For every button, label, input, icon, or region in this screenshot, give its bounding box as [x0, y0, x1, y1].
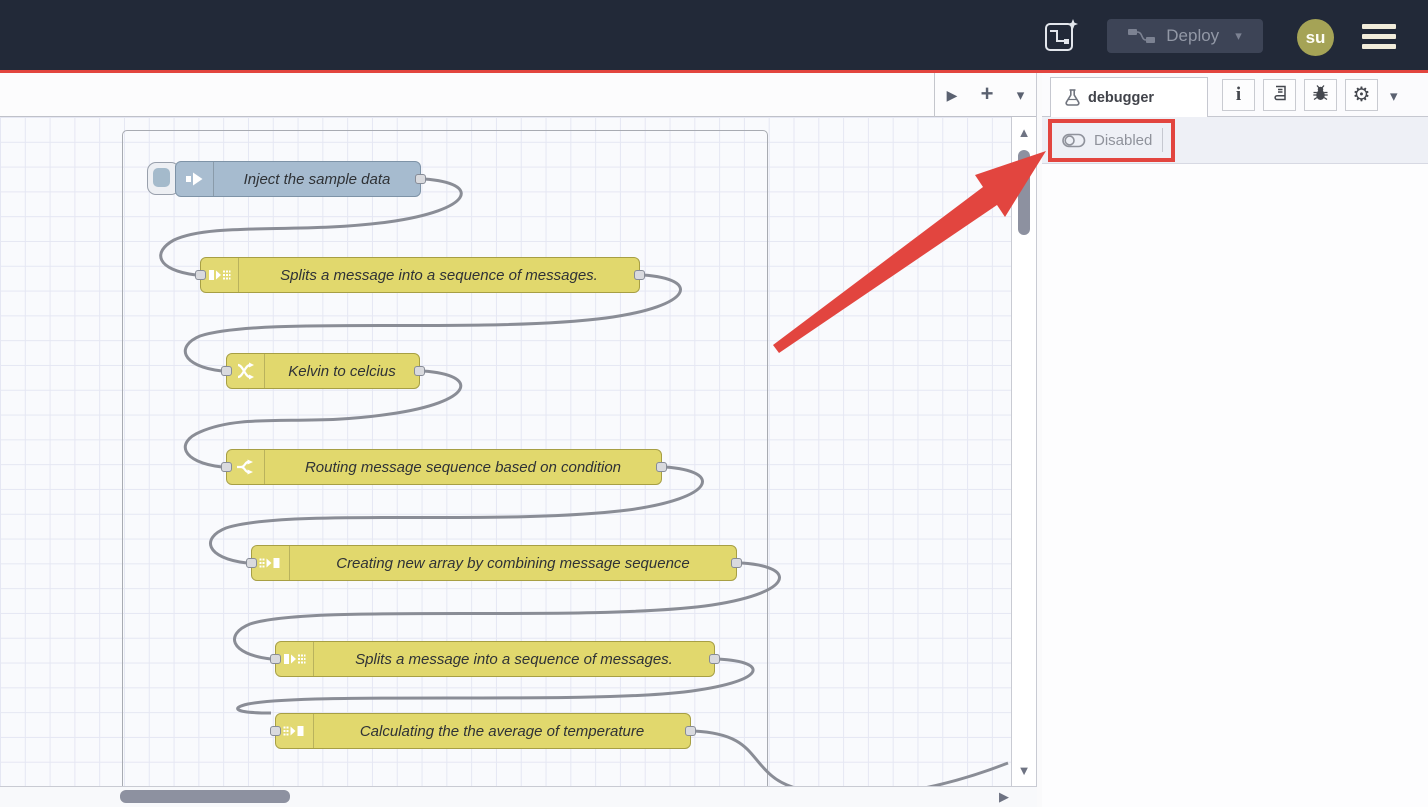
node-port-in[interactable]	[270, 726, 281, 736]
node-port-in[interactable]	[246, 558, 257, 568]
sidebar-panel: debugger i⚙ ▾ Disabled	[1042, 73, 1428, 807]
deploy-label: Deploy	[1166, 26, 1219, 46]
sidebar-more-tabs-button[interactable]: ▾	[1390, 87, 1398, 105]
split-icon	[201, 258, 239, 292]
annotation-red-line	[0, 70, 1428, 73]
flow-node-split1[interactable]: Splits a message into a sequence of mess…	[200, 257, 640, 293]
node-port-out[interactable]	[415, 174, 426, 184]
deploy-caret-icon[interactable]: ▾	[1235, 28, 1242, 44]
workspace-tab-controls: ▶ + ▾	[934, 73, 1036, 117]
flow-assistant-button[interactable]	[1042, 16, 1080, 54]
node-label: Calculating the the average of temperatu…	[314, 714, 690, 748]
flask-icon	[1065, 89, 1080, 106]
vertical-scroll-thumb[interactable]	[1018, 150, 1030, 235]
workspace-tab-bar: ▶ + ▾	[0, 73, 1036, 117]
change-icon	[227, 354, 265, 388]
sidebar-tab-config[interactable]: ⚙	[1345, 79, 1378, 111]
debug-toolbar: Disabled	[1042, 117, 1428, 164]
flow-node-change1[interactable]: Kelvin to celcius	[226, 353, 420, 389]
flow-node-join2[interactable]: Calculating the the average of temperatu…	[275, 713, 691, 749]
gear-icon: ⚙	[1353, 85, 1371, 106]
node-label: Creating new array by combining message …	[290, 546, 736, 580]
sidebar-tab-bar: debugger i⚙ ▾	[1042, 73, 1428, 117]
node-port-out[interactable]	[685, 726, 696, 736]
node-label: Kelvin to celcius	[265, 354, 419, 388]
debug-disabled-toggle-button[interactable]: Disabled	[1054, 126, 1160, 155]
node-port-out[interactable]	[709, 654, 720, 664]
split-icon	[276, 642, 314, 676]
inject-icon	[176, 162, 214, 196]
toggle-off-icon	[1062, 133, 1086, 148]
scroll-tabs-right-button[interactable]: ▶	[947, 87, 958, 104]
book-icon	[1272, 85, 1288, 106]
deploy-button[interactable]: Deploy ▾	[1107, 19, 1263, 53]
user-avatar[interactable]: su	[1297, 19, 1334, 56]
flow-node-split2[interactable]: Splits a message into a sequence of mess…	[275, 641, 715, 677]
sidebar-tab-debugger[interactable]: debugger	[1050, 77, 1208, 117]
toolbar-separator	[1162, 128, 1163, 152]
node-port-in[interactable]	[270, 654, 281, 664]
flow-canvas[interactable]: Inject the sample data Splits a message i…	[0, 117, 1012, 786]
horizontal-scroll-thumb[interactable]	[120, 790, 290, 803]
node-port-in[interactable]	[221, 366, 232, 376]
flow-editor: ▶ + ▾ Inject the sample data Splits a mes…	[0, 73, 1037, 807]
add-flow-button[interactable]: +	[981, 81, 994, 107]
scroll-down-icon[interactable]: ▼	[1012, 763, 1036, 778]
flow-node-inject[interactable]: Inject the sample data	[175, 161, 421, 197]
node-port-out[interactable]	[414, 366, 425, 376]
debug-messages-panel[interactable]	[1042, 164, 1428, 807]
sidebar-tab-label: debugger	[1088, 90, 1154, 106]
sidebar-tool-tabs: i⚙	[1222, 79, 1378, 111]
node-label: Inject the sample data	[214, 162, 420, 196]
flow-node-join1[interactable]: Creating new array by combining message …	[251, 545, 737, 581]
flow-list-button[interactable]: ▾	[1017, 86, 1025, 104]
scroll-up-icon[interactable]: ▲	[1012, 125, 1036, 140]
node-port-out[interactable]	[731, 558, 742, 568]
join-icon	[252, 546, 290, 580]
scroll-right-icon[interactable]: ▶	[999, 789, 1009, 805]
header-bar: Deploy ▾ su	[0, 0, 1428, 70]
node-port-in[interactable]	[195, 270, 206, 280]
canvas-horizontal-scrollbar[interactable]: ▶	[0, 786, 1037, 807]
node-label: Routing message sequence based on condit…	[265, 450, 661, 484]
flow-assistant-icon	[1042, 16, 1080, 54]
node-port-out[interactable]	[634, 270, 645, 280]
info-icon: i	[1236, 85, 1241, 105]
node-port-in[interactable]	[221, 462, 232, 472]
sidebar-tab-help[interactable]	[1263, 79, 1296, 111]
canvas-vertical-scrollbar[interactable]: ▲ ▼	[1012, 117, 1036, 786]
debug-disabled-label: Disabled	[1094, 132, 1152, 149]
node-port-out[interactable]	[656, 462, 667, 472]
join-icon	[276, 714, 314, 748]
sidebar-tab-info[interactable]: i	[1222, 79, 1255, 111]
inject-button-pad	[153, 168, 170, 187]
hamburger-bar	[1362, 24, 1396, 29]
deploy-icon	[1128, 27, 1156, 45]
switch-icon	[227, 450, 265, 484]
hamburger-bar	[1362, 44, 1396, 49]
bug-icon	[1312, 84, 1329, 106]
sidebar-tab-debug[interactable]	[1304, 79, 1337, 111]
wire-6[interactable]	[694, 731, 1008, 786]
node-label: Splits a message into a sequence of mess…	[314, 642, 714, 676]
hamburger-menu-button[interactable]	[1362, 24, 1396, 49]
node-label: Splits a message into a sequence of mess…	[239, 258, 639, 292]
hamburger-bar	[1362, 34, 1396, 39]
flow-node-switch1[interactable]: Routing message sequence based on condit…	[226, 449, 662, 485]
